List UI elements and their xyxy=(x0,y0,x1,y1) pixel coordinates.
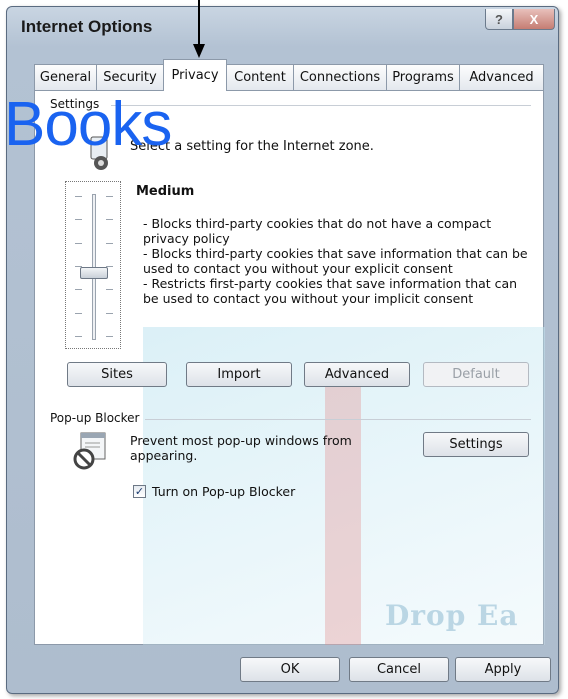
slider-tick xyxy=(106,313,113,314)
description-line: - Blocks third-party cookies that do not… xyxy=(143,216,492,246)
popup-group-label: Pop-up Blocker xyxy=(50,411,144,425)
privacy-tab-panel: Drop Ea Settings Select a setting for th… xyxy=(34,90,545,645)
slider-tick xyxy=(75,313,82,314)
tab-connections[interactable]: Connections xyxy=(293,64,387,90)
checkmark-icon: ✓ xyxy=(134,485,145,498)
cancel-button[interactable]: Cancel xyxy=(349,657,449,682)
popup-divider xyxy=(145,419,531,420)
help-icon: ? xyxy=(495,11,503,27)
privacy-level-description: - Blocks third-party cookies that do not… xyxy=(143,216,533,306)
popup-blocker-checkbox[interactable]: ✓ xyxy=(133,485,146,498)
tab-security[interactable]: Security xyxy=(96,64,164,90)
popup-blocker-checkbox-label: Turn on Pop-up Blocker xyxy=(152,484,296,499)
popup-settings-button[interactable]: Settings xyxy=(423,432,529,457)
window-title: Internet Options xyxy=(21,17,153,36)
slider-tick xyxy=(106,243,113,244)
slider-tick xyxy=(106,289,113,290)
tab-programs[interactable]: Programs xyxy=(386,64,460,90)
books-watermark: Books xyxy=(4,90,172,159)
close-icon: X xyxy=(529,11,539,27)
slider-tick xyxy=(75,219,82,220)
annotation-arrow-line xyxy=(198,0,200,48)
privacy-level-name: Medium xyxy=(136,184,195,199)
help-button[interactable]: ? xyxy=(485,9,513,30)
popup-blocker-text: Prevent most pop-up windows from appeari… xyxy=(130,433,352,463)
description-line: - Blocks third-party cookies that save i… xyxy=(143,246,528,276)
watermark-text: Drop Ea xyxy=(385,599,519,632)
slider-tick xyxy=(75,196,82,197)
annotation-arrow-head xyxy=(193,44,205,58)
slider-tick xyxy=(75,289,82,290)
default-button[interactable]: Default xyxy=(423,362,529,387)
tab-general[interactable]: General xyxy=(34,64,97,90)
ok-button[interactable]: OK xyxy=(240,657,340,682)
watermark-bar xyxy=(325,381,361,645)
privacy-level-slider[interactable] xyxy=(65,181,121,349)
import-button[interactable]: Import xyxy=(186,362,292,387)
popup-blocker-icon xyxy=(73,432,106,470)
tab-advanced[interactable]: Advanced xyxy=(459,64,544,90)
settings-divider xyxy=(111,105,531,106)
slider-tick xyxy=(106,219,113,220)
close-button[interactable]: X xyxy=(513,9,555,30)
sites-button[interactable]: Sites xyxy=(67,362,167,387)
advanced-button[interactable]: Advanced xyxy=(304,362,410,387)
slider-tick xyxy=(75,243,82,244)
slider-tick xyxy=(75,336,82,337)
slider-tick xyxy=(106,196,113,197)
slider-thumb[interactable] xyxy=(80,267,108,279)
apply-button[interactable]: Apply xyxy=(455,657,551,682)
description-line: - Restricts first-party cookies that sav… xyxy=(143,276,518,306)
tab-content[interactable]: Content xyxy=(226,64,294,90)
slider-tick xyxy=(106,336,113,337)
tab-privacy[interactable]: Privacy xyxy=(163,59,227,91)
